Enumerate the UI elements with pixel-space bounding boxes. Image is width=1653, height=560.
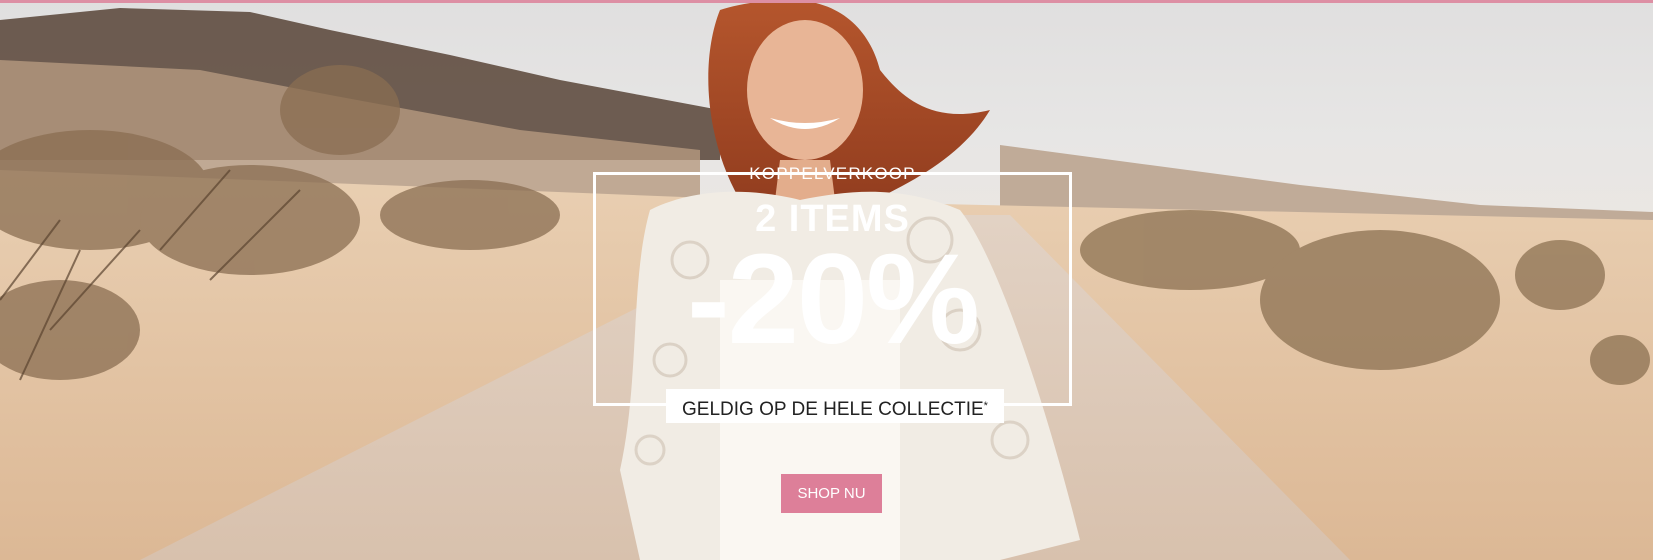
promo-validity-label: GELDIG OP DE HELE COLLECTIE* — [666, 389, 1004, 423]
promo-kicker: KOPPELVERKOOP — [749, 164, 916, 183]
promo-discount: -20% — [687, 228, 980, 371]
hero-banner: KOPPELVERKOOP 2 ITEMS -20% GELDIG OP DE … — [0, 0, 1653, 560]
promo-validity-text: GELDIG OP DE HELE COLLECTIE — [682, 399, 984, 420]
promo-frame: KOPPELVERKOOP 2 ITEMS -20% GELDIG OP DE … — [593, 164, 1072, 423]
top-accent-bar — [0, 0, 1653, 3]
footnote-mark: * — [983, 400, 988, 412]
shop-now-button[interactable]: SHOP NU — [781, 474, 882, 513]
